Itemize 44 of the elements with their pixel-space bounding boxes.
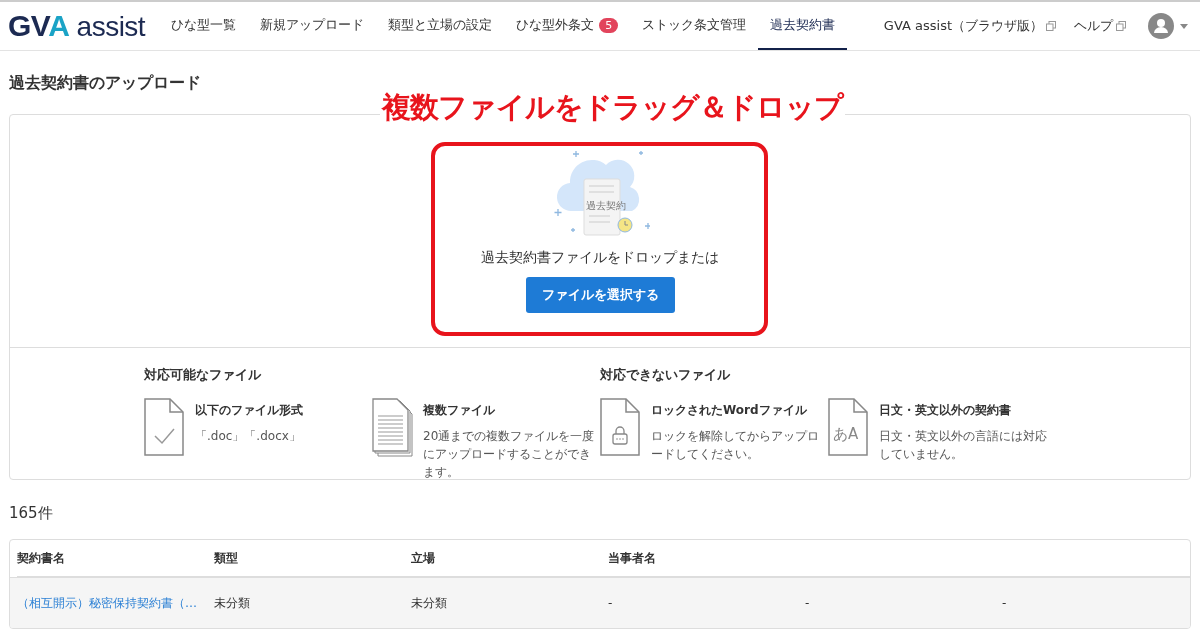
table-cell: - bbox=[608, 596, 613, 610]
caret-icon[interactable] bbox=[1180, 23, 1188, 29]
file-type-title: 複数ファイル bbox=[423, 402, 496, 419]
select-file-button[interactable]: ファイルを選択する bbox=[525, 277, 675, 313]
column-header: 当事者名 bbox=[608, 549, 656, 567]
nav-tab[interactable]: 新規アップロード bbox=[248, 2, 377, 50]
external-link[interactable]: GVA assist（ブラウザ版） bbox=[883, 17, 1043, 35]
table-row[interactable]: （相互開示）秘密保持契約書（… 未分類 未分類 - - - bbox=[10, 578, 1190, 628]
nav-tab[interactable]: ストック条文管理 bbox=[630, 2, 759, 50]
file-type-description: 「.doc」「.docx」 bbox=[195, 428, 302, 445]
contract-link[interactable]: （相互開示）秘密保持契約書（… bbox=[17, 594, 197, 612]
language-document-icon: あA bbox=[828, 398, 869, 457]
section-heading: 対応可能なファイル bbox=[144, 366, 262, 384]
nav-tab[interactable]: 過去契約書 bbox=[758, 2, 848, 50]
file-type-title: 以下のファイル形式 bbox=[195, 402, 304, 419]
column-header: 立場 bbox=[411, 549, 435, 567]
file-type-description: ロックを解除してからアップロードしてください。 bbox=[651, 428, 820, 463]
drop-prompt: 過去契約書ファイルをドロップまたは bbox=[481, 249, 719, 267]
check-document-icon bbox=[144, 398, 185, 457]
nav-tab[interactable]: ひな型一覧 bbox=[159, 2, 249, 50]
file-type-description: 日文・英文以外の言語には対応していません。 bbox=[879, 428, 1048, 463]
external-link[interactable]: ヘルプ bbox=[1074, 17, 1113, 35]
file-type-title: 日文・英文以外の契約書 bbox=[879, 402, 1012, 419]
table-cell: - bbox=[1002, 596, 1007, 610]
external-link-icon bbox=[1046, 21, 1056, 31]
stacked-documents-icon bbox=[372, 398, 413, 457]
section-heading: 対応できないファイル bbox=[600, 366, 731, 384]
column-header: 類型 bbox=[214, 549, 238, 567]
nav-tab[interactable]: 類型と立場の設定 bbox=[376, 2, 505, 50]
page-title: 過去契約書のアップロード bbox=[9, 73, 202, 94]
avatar-icon[interactable] bbox=[1148, 13, 1174, 39]
table-cell: 未分類 bbox=[214, 594, 250, 612]
column-header: 契約書名 bbox=[17, 549, 65, 567]
table-cell: 未分類 bbox=[411, 594, 447, 612]
file-type-description: 20通までの複数ファイルを一度にアップロードすることができます。 bbox=[423, 428, 595, 481]
illustration-label: 過去契約 bbox=[586, 199, 626, 213]
logo[interactable]: GVA assist bbox=[8, 9, 146, 43]
external-link-icon bbox=[1116, 21, 1126, 31]
nav-tab[interactable]: ひな型外条文 5 bbox=[504, 2, 631, 50]
locked-document-icon bbox=[600, 398, 641, 457]
result-count: 165件 bbox=[9, 504, 54, 523]
file-type-title: ロックされたWordファイル bbox=[651, 402, 808, 419]
table-cell: - bbox=[805, 596, 810, 610]
count-badge: 5 bbox=[599, 17, 619, 33]
